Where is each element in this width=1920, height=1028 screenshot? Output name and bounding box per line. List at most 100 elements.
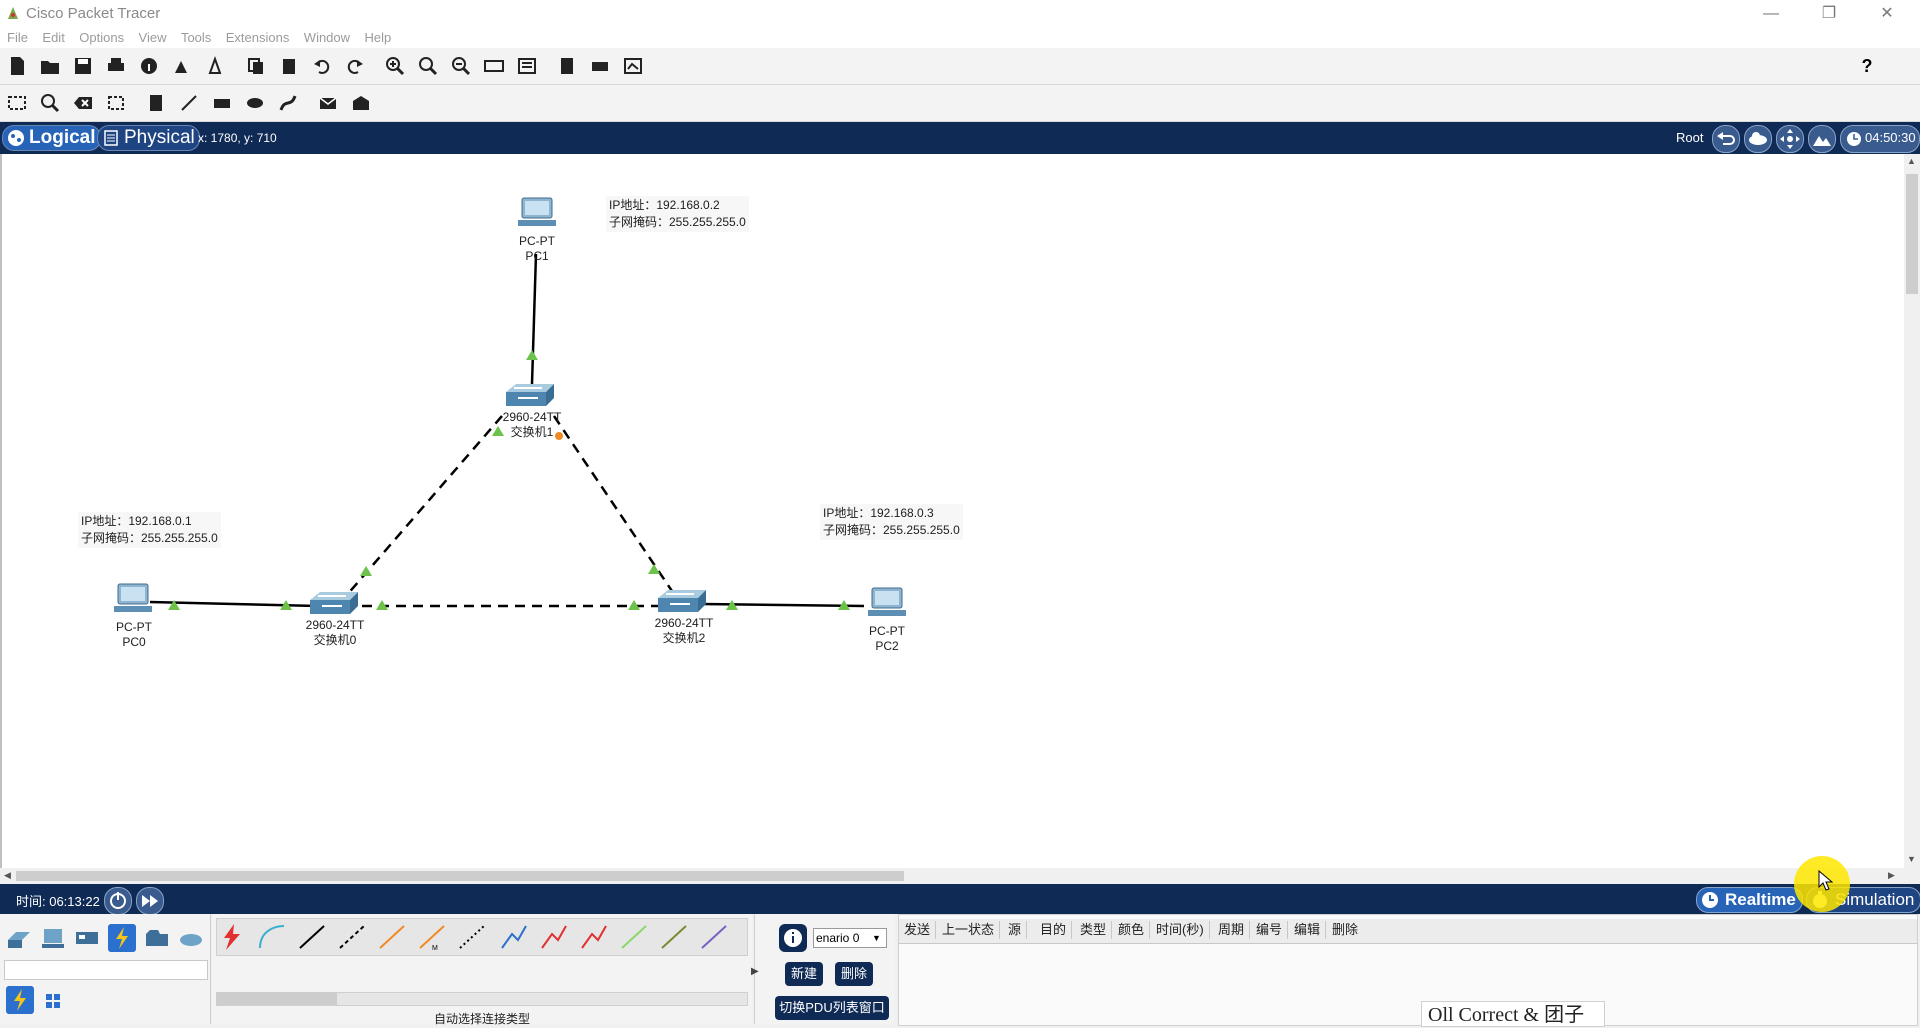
horizontal-scrollbar[interactable]: ◀ ▶ (0, 868, 1904, 884)
cable-scrollbar[interactable] (216, 992, 748, 1006)
tab-physical[interactable]: Physical (97, 125, 200, 151)
end-devices-icon[interactable] (40, 926, 66, 950)
menu-file[interactable]: File (7, 28, 28, 48)
add-simple-pdu-icon[interactable] (315, 90, 341, 116)
vertical-scrollbar[interactable]: ▲ ▼ (1904, 154, 1920, 868)
col-delete[interactable]: 删除 (1327, 921, 1363, 939)
inspect-icon[interactable] (37, 90, 63, 116)
col-last-status[interactable]: 上一状态 (937, 921, 1001, 939)
zoom-reset-icon[interactable] (415, 53, 441, 79)
viewport-clock[interactable]: 04:50:30 (1840, 125, 1920, 153)
realtime-mode-button[interactable]: Realtime (1696, 887, 1803, 913)
paste-icon[interactable] (276, 53, 302, 79)
col-destination[interactable]: 目的 (1035, 921, 1073, 939)
menu-options[interactable]: Options (79, 28, 124, 48)
back-icon[interactable] (1712, 125, 1740, 153)
vertical-scroll-thumb[interactable] (1906, 174, 1918, 294)
place-note-icon[interactable] (143, 90, 169, 116)
minimize-button[interactable]: — (1748, 2, 1794, 26)
scroll-right-icon[interactable]: ▶ (1888, 870, 1895, 881)
scroll-left-icon[interactable]: ◀ (4, 870, 11, 881)
col-color[interactable]: 颜色 (1113, 921, 1151, 939)
grid-view-icon[interactable] (44, 992, 62, 1010)
scroll-up-icon[interactable]: ▲ (1907, 156, 1916, 166)
background-image-icon[interactable] (1808, 125, 1836, 153)
drawing-palette-icon[interactable] (481, 53, 507, 79)
menu-tools[interactable]: Tools (181, 28, 211, 48)
open-folder-icon[interactable] (37, 53, 63, 79)
link-sw1-sw2[interactable] (552, 415, 676, 595)
close-button[interactable]: ✕ (1864, 2, 1910, 26)
draw-ellipse-icon[interactable] (242, 90, 268, 116)
freeform-icon[interactable] (275, 90, 301, 116)
copy-icon[interactable] (243, 53, 269, 79)
add-complex-pdu-icon[interactable] (348, 90, 374, 116)
new-scenario-button[interactable]: 新建 (785, 962, 823, 986)
wizard-icon[interactable] (169, 53, 195, 79)
select-icon[interactable] (4, 90, 30, 116)
col-source[interactable]: 源 (1003, 921, 1028, 939)
menu-view[interactable]: View (139, 28, 167, 48)
delete-icon[interactable] (70, 90, 96, 116)
help-icon[interactable]: ? (1854, 53, 1880, 79)
draw-line-icon[interactable] (176, 90, 202, 116)
menu-help[interactable]: Help (365, 28, 392, 48)
cable-scroll-thumb[interactable] (217, 993, 337, 1005)
multiuser-cloud-icon[interactable] (178, 926, 204, 950)
link-sw2-pc2[interactable] (701, 602, 865, 608)
resize-shape-icon[interactable] (103, 90, 129, 116)
tab-logical[interactable]: Logical (2, 125, 101, 151)
fast-forward-icon[interactable] (136, 887, 164, 915)
connections-icon[interactable] (108, 924, 136, 952)
miscellaneous-icon[interactable] (144, 926, 170, 950)
redo-icon[interactable] (342, 53, 368, 79)
notes-icon[interactable] (554, 53, 580, 79)
link-sw1-sw0[interactable] (345, 415, 503, 597)
device-search-field[interactable] (4, 960, 208, 980)
col-type[interactable]: 类型 (1075, 921, 1113, 939)
move-object-icon[interactable] (1776, 125, 1804, 153)
zoom-in-icon[interactable] (382, 53, 408, 79)
menu-window[interactable]: Window (304, 28, 350, 48)
col-edit[interactable]: 编辑 (1289, 921, 1327, 939)
power-cycle-icon[interactable] (104, 887, 132, 915)
device-pc0[interactable] (108, 582, 158, 621)
note-pc2[interactable]: IP地址：192.168.0.3 子网掩码：255.255.255.0 (820, 504, 963, 540)
cluster-cloud-icon[interactable] (1744, 125, 1772, 153)
info-icon[interactable] (136, 53, 162, 79)
scenario-info-icon[interactable] (779, 924, 807, 952)
col-fire[interactable]: 发送 (899, 921, 937, 939)
horizontal-scroll-thumb[interactable] (16, 871, 904, 881)
scenario-select[interactable]: enario 0 ▼ (813, 928, 887, 948)
viewport-icon[interactable] (620, 53, 646, 79)
device-pc2[interactable] (862, 586, 912, 625)
save-icon[interactable] (70, 53, 96, 79)
draw-rectangle-icon[interactable] (209, 90, 235, 116)
link-pc1-sw1[interactable] (530, 253, 538, 385)
note-pc0[interactable]: IP地址：192.168.0.1 子网掩码：255.255.255.0 (78, 512, 221, 548)
print-icon[interactable] (103, 53, 129, 79)
menu-extensions[interactable]: Extensions (226, 28, 290, 48)
components-icon[interactable] (74, 926, 100, 950)
toggle-pdu-list-button[interactable]: 切换PDU列表窗口 (775, 996, 889, 1020)
scroll-down-icon[interactable]: ▼ (1907, 854, 1916, 864)
custom-device-icon[interactable] (514, 53, 540, 79)
new-file-icon[interactable] (4, 53, 30, 79)
logical-workspace-canvas[interactable]: PC-PT PC1 2960-24TT 交换机1 PC-PT PC0 2960-… (0, 154, 1906, 868)
collapse-arrow-icon[interactable]: ▶ (751, 966, 759, 977)
zoom-out-icon[interactable] (448, 53, 474, 79)
delete-scenario-button[interactable]: 删除 (835, 962, 873, 986)
restore-button[interactable]: ❐ (1806, 2, 1852, 26)
col-periodic[interactable]: 周期 (1213, 921, 1251, 939)
logical-workspace-icon (8, 130, 24, 146)
note-pc1[interactable]: IP地址：192.168.0.2 子网掩码：255.255.255.0 (606, 196, 749, 232)
col-num[interactable]: 编号 (1251, 921, 1289, 939)
activity-wizard-icon[interactable] (202, 53, 228, 79)
undo-icon[interactable] (309, 53, 335, 79)
network-devices-icon[interactable] (6, 926, 32, 950)
col-time[interactable]: 时间(秒) (1151, 921, 1210, 939)
device-template-icon[interactable] (587, 53, 613, 79)
menu-edit[interactable]: Edit (42, 28, 64, 48)
connections-subtype-icon[interactable] (6, 986, 34, 1014)
device-pc1[interactable] (512, 196, 562, 235)
